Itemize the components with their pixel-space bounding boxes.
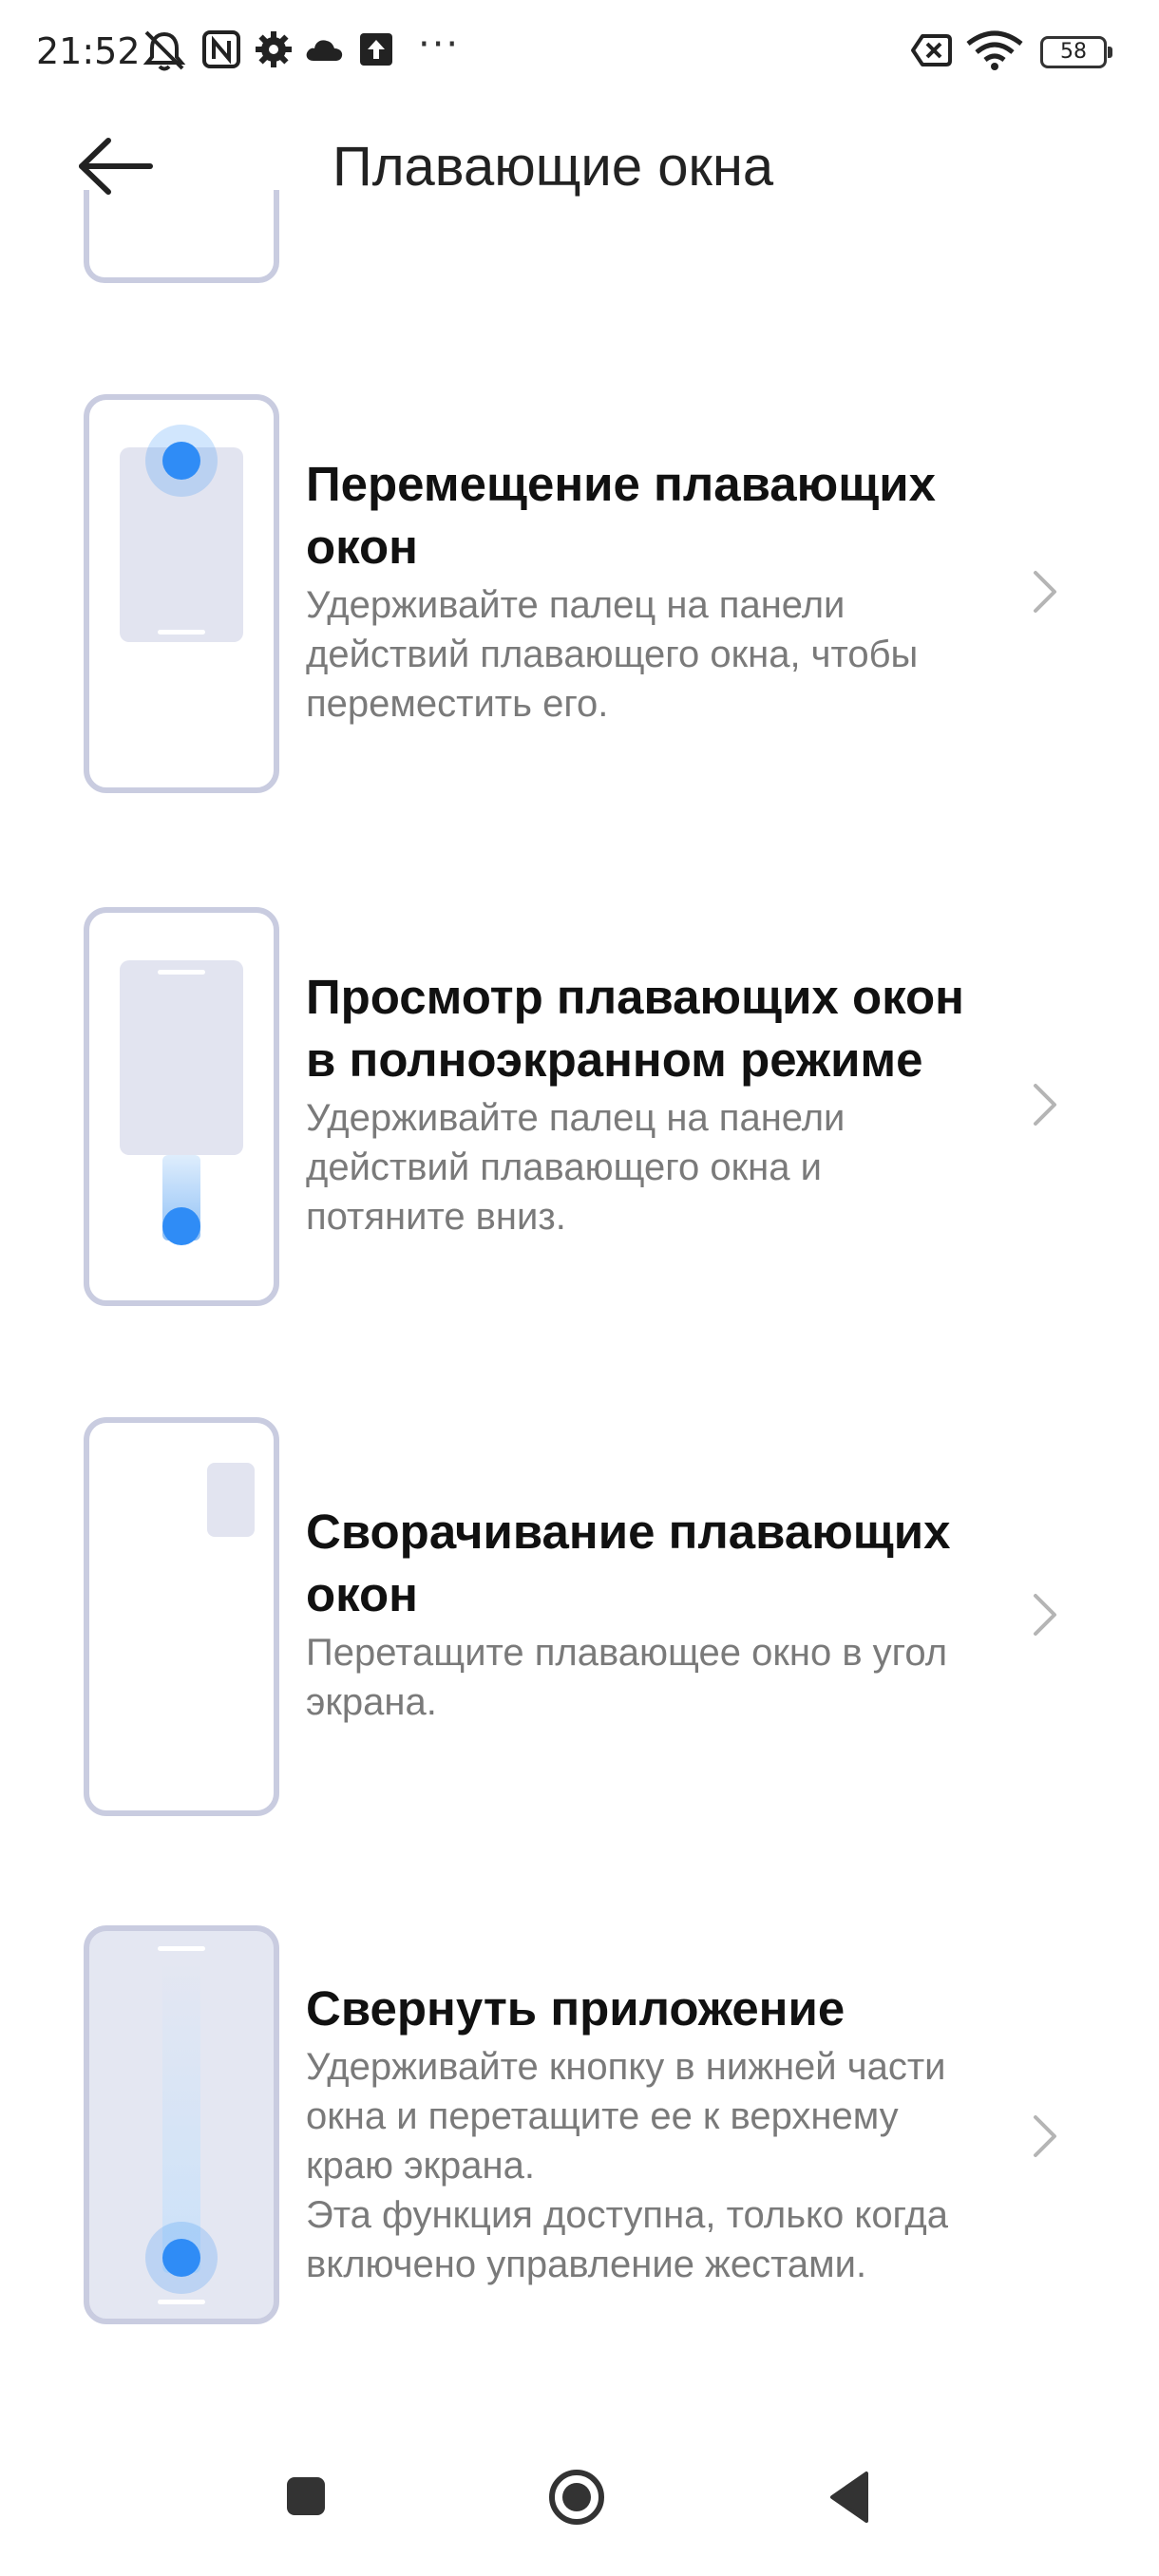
option-title: Перемещение плавающих окон [306, 457, 936, 574]
chevron-right-icon [1034, 1084, 1056, 1126]
system-nav-bar [0, 2451, 1159, 2576]
window-top-handle [158, 1946, 205, 1951]
window-bottom-handle [158, 2300, 205, 2304]
wifi-icon [966, 30, 1023, 70]
window-top-handle [158, 970, 205, 975]
option-move-floating-windows[interactable]: Перемещение плавающих окон Удерживайте п… [0, 394, 1159, 803]
chevron-right-icon [1034, 2115, 1056, 2157]
more-icon: ··· [418, 23, 461, 66]
sim-off-icon [911, 34, 952, 66]
cloud-icon [306, 40, 343, 61]
option-fullscreen-floating-windows[interactable]: Просмотр плавающих окон в полноэкранном … [0, 907, 1159, 1316]
touch-dot [162, 442, 200, 480]
mute-icon [142, 30, 186, 71]
home-circle-icon[interactable] [547, 2468, 606, 2527]
gear-icon [256, 31, 292, 67]
minimized-window-shape [207, 1463, 255, 1537]
touch-dot [162, 2239, 200, 2277]
move-window-illustration [84, 394, 279, 793]
chevron-right-icon [1034, 571, 1056, 613]
window-bottom-handle [158, 630, 205, 635]
floating-window-shape [120, 960, 243, 1155]
upload-icon [360, 33, 392, 66]
chevron-right-icon [1034, 1594, 1056, 1636]
nfc-icon [202, 30, 240, 68]
option-minimize-app[interactable]: Свернуть приложение Удерживайте кнопку в… [0, 1925, 1159, 2334]
option-description: Удерживайте палец на панели действий пла… [306, 584, 919, 725]
touch-dot [162, 1207, 200, 1245]
option-minimize-floating-windows[interactable]: Сворачивание плавающих окон Перетащите п… [0, 1417, 1159, 1826]
status-time: 21:52 [36, 30, 141, 72]
option-title: Просмотр плавающих окон в полноэкранном … [306, 970, 964, 1087]
minimize-illustration [84, 1417, 279, 1816]
partial-illustration [84, 190, 279, 283]
option-title: Свернуть приложение [306, 1981, 846, 2036]
page-title: Плавающие окна [332, 136, 774, 198]
option-description: Перетащите плавающее окно в угол экрана. [306, 1632, 948, 1723]
option-description: Удерживайте кнопку в нижней части окна и… [306, 2046, 948, 2285]
battery-icon: 58 [1040, 36, 1112, 68]
back-triangle-icon[interactable] [826, 2470, 872, 2525]
option-description: Удерживайте палец на панели действий пла… [306, 1097, 846, 1238]
minimize-app-illustration [84, 1925, 279, 2324]
recents-square-icon[interactable] [283, 2473, 329, 2519]
fullscreen-illustration [84, 907, 279, 1306]
option-title: Сворачивание плавающих окон [306, 1505, 951, 1621]
status-bar: 21:52 ··· 58 [0, 0, 1159, 104]
